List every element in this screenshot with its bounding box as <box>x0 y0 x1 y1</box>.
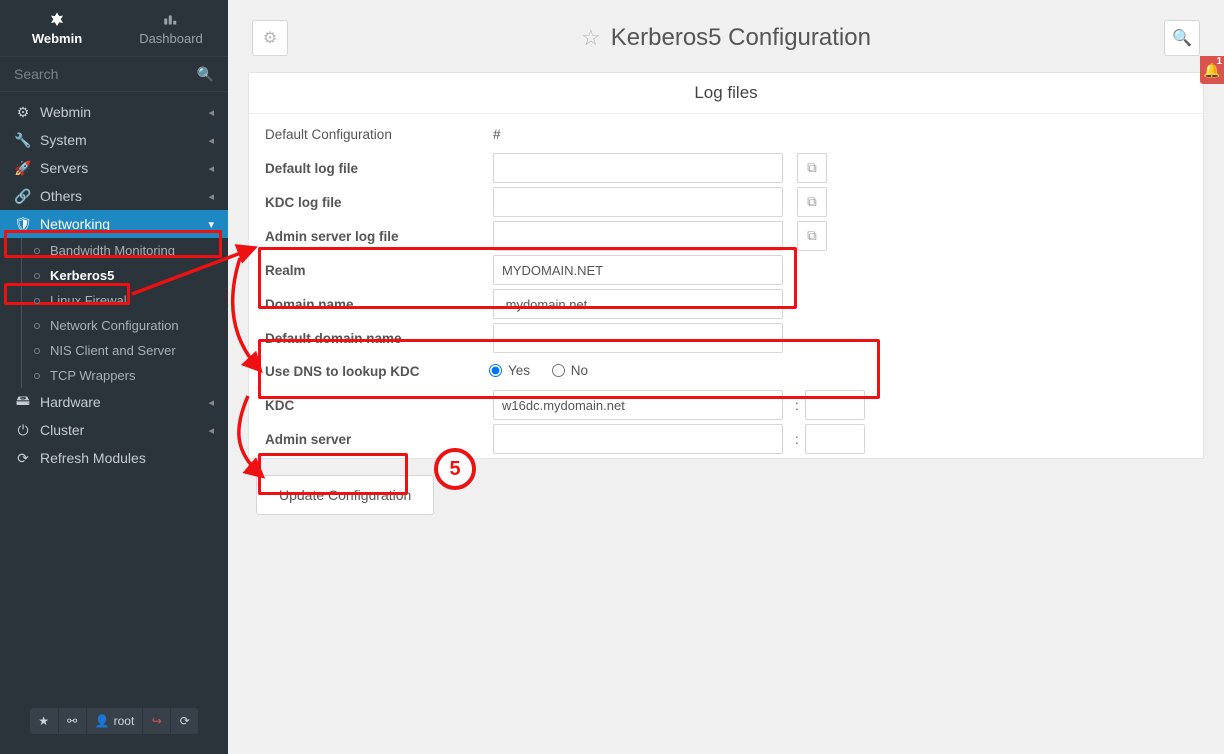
notification-bell[interactable]: 🔔1 <box>1200 56 1224 84</box>
panel-heading: Log files <box>249 73 1203 114</box>
chevron-left-icon: ◂ <box>208 424 214 437</box>
module-config-button[interactable]: ⚙ <box>252 20 288 56</box>
label-use-dns: Use DNS to lookup KDC <box>261 358 489 385</box>
tab-webmin[interactable]: Webmin <box>0 0 114 56</box>
input-default-domain[interactable] <box>493 323 783 353</box>
label-default-log: Default log file <box>261 155 489 182</box>
footer-favorites[interactable]: ★ <box>30 708 58 734</box>
label-admin-server: Admin server <box>261 426 489 453</box>
dashboard-icon <box>162 11 180 29</box>
footer-user[interactable]: 👤root <box>86 708 143 734</box>
user-icon: 👤 <box>95 714 110 728</box>
reload-icon: ⟳ <box>180 714 190 728</box>
sidebar-item-others[interactable]: 🔗Others◂ <box>0 182 228 210</box>
share-icon: ⚯ <box>67 714 77 728</box>
page-title: ☆ Kerberos5 Configuration <box>288 24 1164 52</box>
sidebar-item-servers[interactable]: 🚀Servers◂ <box>0 154 228 182</box>
log-files-panel: Log files Default Configuration # Defaul… <box>248 72 1204 459</box>
label-domain-name: Domain name <box>261 291 489 318</box>
footer-reload[interactable]: ⟳ <box>170 708 198 734</box>
value-default-config: # <box>489 125 789 144</box>
input-realm[interactable] <box>493 255 783 285</box>
main-content: ⚙ ☆ Kerberos5 Configuration 🔍 Log files … <box>228 0 1224 754</box>
link-icon: 🔗 <box>14 188 32 205</box>
label-kdc-log: KDC log file <box>261 189 489 216</box>
input-kdc-log[interactable] <box>493 187 783 217</box>
chevron-down-icon: ▾ <box>208 218 214 231</box>
copy-icon: ⧉ <box>807 228 817 244</box>
copy-icon: ⧉ <box>807 194 817 210</box>
sidebar-sub-tcpwrappers[interactable]: TCP Wrappers <box>0 363 228 388</box>
sidebar-sub-nis[interactable]: NIS Client and Server <box>0 338 228 363</box>
footer-share[interactable]: ⚯ <box>58 708 86 734</box>
sidebar-item-cluster[interactable]: ⏻Cluster◂ <box>0 416 228 444</box>
sidebar-sub-firewall[interactable]: Linux Firewall <box>0 288 228 313</box>
gear-icon: ⚙ <box>263 28 277 48</box>
chevron-left-icon: ◂ <box>208 396 214 409</box>
footer-logout[interactable]: ↪ <box>142 708 170 734</box>
tab-dashboard[interactable]: Dashboard <box>114 0 228 56</box>
sidebar-item-refresh[interactable]: ⟳Refresh Modules <box>0 444 228 472</box>
input-domain-name[interactable] <box>493 289 783 319</box>
input-admin-log[interactable] <box>493 221 783 251</box>
sidebar-item-networking[interactable]: 🛡Networking▾ <box>0 210 228 238</box>
sidebar-sub-network-config[interactable]: Network Configuration <box>0 313 228 338</box>
chevron-left-icon: ◂ <box>208 134 214 147</box>
chevron-left-icon: ◂ <box>208 162 214 175</box>
sidebar-item-webmin[interactable]: ⚙Webmin◂ <box>0 98 228 126</box>
chevron-left-icon: ◂ <box>208 106 214 119</box>
favorite-star-icon[interactable]: ☆ <box>581 25 601 51</box>
copy-icon: ⧉ <box>807 160 817 176</box>
wrench-icon: 🔧 <box>14 132 32 149</box>
separator-colon: : <box>789 398 805 413</box>
input-admin-server[interactable] <box>493 424 783 454</box>
logout-icon: ↪ <box>152 714 162 728</box>
update-config-button[interactable]: Update Configuration <box>256 475 434 515</box>
search-module-button[interactable]: 🔍 <box>1164 20 1200 56</box>
radio-dns-yes[interactable]: Yes <box>489 363 530 378</box>
label-kdc: KDC <box>261 392 489 419</box>
sidebar-search[interactable]: 🔍 <box>0 56 228 92</box>
input-default-log[interactable] <box>493 153 783 183</box>
rocket-icon: 🚀 <box>14 160 32 177</box>
sidebar-item-system[interactable]: 🔧System◂ <box>0 126 228 154</box>
label-realm: Realm <box>261 257 489 284</box>
sidebar: Webmin Dashboard 🔍 ⚙Webmin◂ 🔧System◂ 🚀Se… <box>0 0 228 754</box>
refresh-icon: ⟳ <box>14 450 32 467</box>
search-icon: 🔍 <box>197 66 214 83</box>
drive-icon: 🖴 <box>14 390 32 414</box>
browse-kdc-log[interactable]: ⧉ <box>797 187 827 217</box>
webmin-logo-icon <box>48 11 66 29</box>
gear-icon: ⚙ <box>14 104 32 121</box>
separator-colon: : <box>789 432 805 447</box>
label-admin-log: Admin server log file <box>261 223 489 250</box>
input-kdc-port[interactable] <box>805 390 865 420</box>
label-default-config: Default Configuration <box>261 121 489 148</box>
search-input[interactable] <box>14 66 197 82</box>
sidebar-sub-bandwidth[interactable]: Bandwidth Monitoring <box>0 238 228 263</box>
star-icon: ★ <box>38 714 49 728</box>
power-icon: ⏻ <box>14 422 32 439</box>
input-admin-server-port[interactable] <box>805 424 865 454</box>
search-icon: 🔍 <box>1172 28 1192 48</box>
browse-default-log[interactable]: ⧉ <box>797 153 827 183</box>
sidebar-sub-kerberos5[interactable]: Kerberos5 <box>0 263 228 288</box>
chevron-left-icon: ◂ <box>208 190 214 203</box>
shield-icon: 🛡 <box>14 216 32 233</box>
input-kdc[interactable] <box>493 390 783 420</box>
radio-dns-no[interactable]: No <box>552 363 588 378</box>
browse-admin-log[interactable]: ⧉ <box>797 221 827 251</box>
label-default-domain: Default domain name <box>261 325 489 352</box>
sidebar-item-hardware[interactable]: 🖴Hardware◂ <box>0 388 228 416</box>
